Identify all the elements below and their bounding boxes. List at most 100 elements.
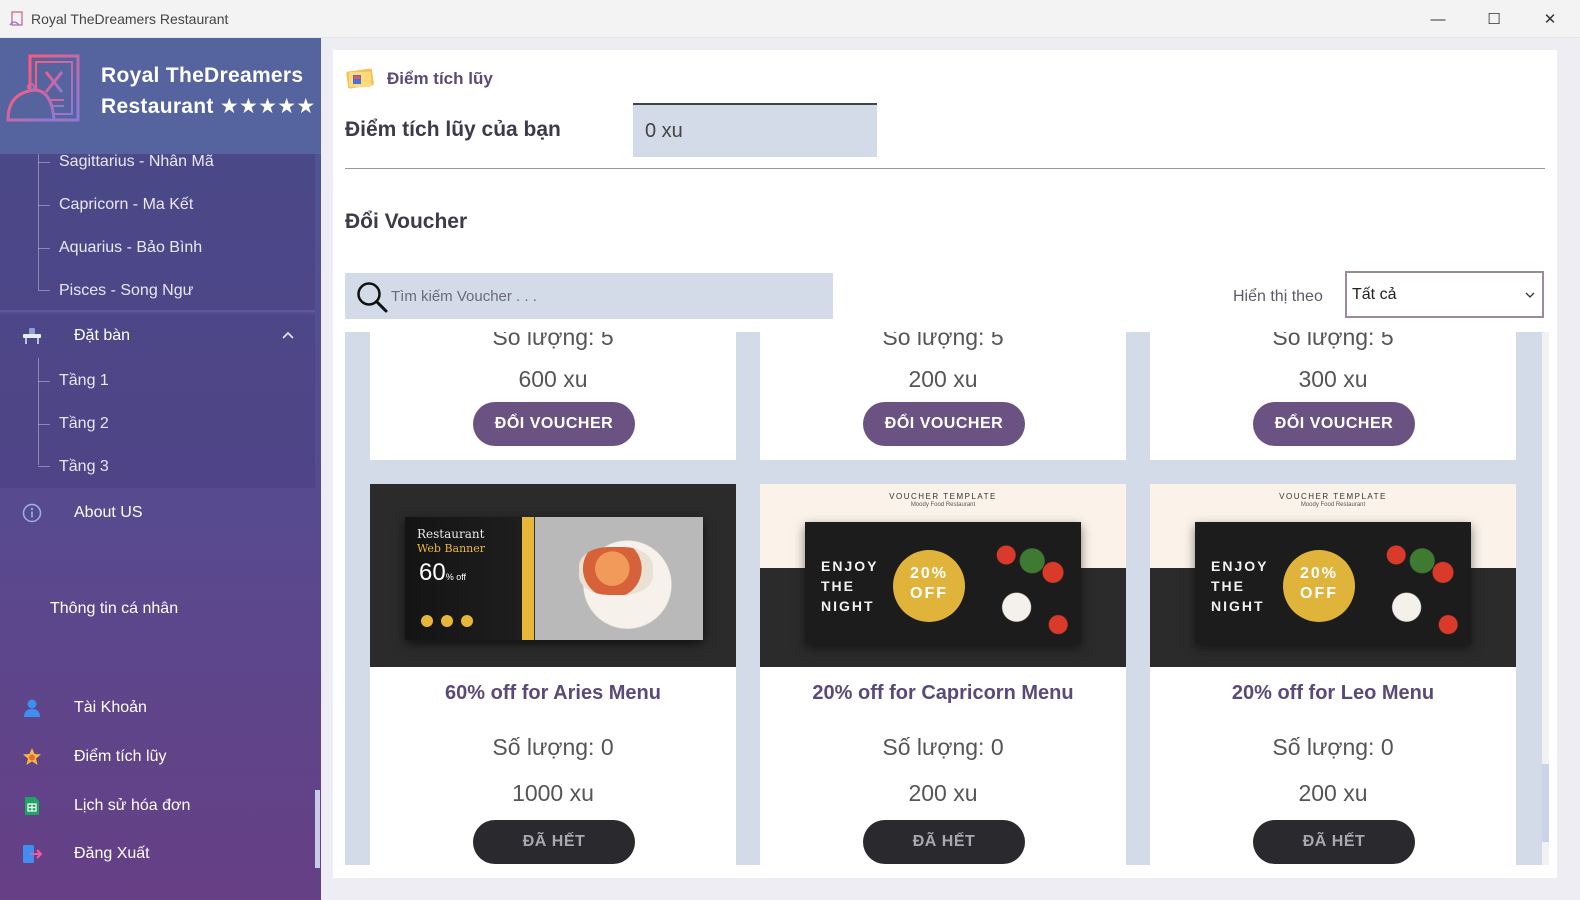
voucher-card: Số lượng: 5 200 xu ĐỔI VOUCHER xyxy=(760,332,1126,460)
voucher-quantity: Số lượng: 0 xyxy=(1272,734,1394,760)
voucher-price: 200 xu xyxy=(1298,780,1368,806)
close-icon: ✕ xyxy=(1543,11,1557,28)
voucher-image: VOUCHER TEMPLATE Moody Food Restaurant E… xyxy=(760,484,1126,667)
restaurant-logo-icon xyxy=(6,54,80,124)
sidebar-item-logout[interactable]: Đăng Xuất xyxy=(0,832,315,876)
tree-tick xyxy=(38,162,50,163)
discount-badge: 20% OFF xyxy=(893,550,965,622)
sidebar-item-sagittarius[interactable]: Sagittarius - Nhân Mã xyxy=(59,153,214,171)
profile-section-heading: Thông tin cá nhân xyxy=(50,600,179,617)
template-header: VOUCHER TEMPLATE xyxy=(1279,492,1387,501)
voucher-card: VOUCHER TEMPLATE Moody Food Restaurant E… xyxy=(1150,484,1516,865)
voucher-quantity: Số lượng: 0 xyxy=(492,734,614,760)
template-panel: ENJOY THE NIGHT 20% OFF xyxy=(805,522,1081,644)
voucher-image: VOUCHER TEMPLATE Moody Food Restaurant E… xyxy=(1150,484,1516,667)
table-booking-icon xyxy=(21,325,43,347)
sidebar-item-pisces[interactable]: Pisces - Song Ngư xyxy=(59,282,193,300)
voucher-section-heading: Đổi Voucher xyxy=(345,210,468,233)
sidebar-item-history[interactable]: Lịch sử hóa đơn xyxy=(0,784,315,828)
brand-name-line2: Restaurant ★★★★★ xyxy=(101,95,316,118)
main-frame xyxy=(321,38,333,900)
chevron-up-icon[interactable] xyxy=(280,328,296,344)
voucher-quantity: Số lượng: 0 xyxy=(882,734,1004,760)
sold-out-button[interactable]: ĐÃ HẾT xyxy=(473,820,635,864)
template-header: VOUCHER TEMPLATE xyxy=(889,492,997,501)
points-balance-value: 0 xu xyxy=(645,119,683,142)
sold-out-button[interactable]: ĐÃ HẾT xyxy=(863,820,1025,864)
user-icon xyxy=(21,697,43,719)
sidebar-item-account[interactable]: Tài Khoản xyxy=(0,686,315,730)
redeem-voucher-button[interactable]: ĐỔI VOUCHER xyxy=(863,402,1025,446)
redeem-voucher-button[interactable]: ĐỔI VOUCHER xyxy=(473,402,635,446)
banner-panel: Restaurant Web Banner 60% off xyxy=(405,517,703,640)
voucher-price: 200 xu xyxy=(908,366,978,392)
tagline-line: THE xyxy=(1211,578,1245,594)
sidebar: Royal TheDreamers Restaurant ★★★★★ Sagit… xyxy=(0,38,321,900)
main-frame xyxy=(321,878,1580,900)
sidebar-scrollbar[interactable] xyxy=(315,790,320,868)
banner-photo xyxy=(535,517,703,640)
tagline-line: NIGHT xyxy=(821,598,875,614)
sold-out-button[interactable]: ĐÃ HẾT xyxy=(1253,820,1415,864)
sidebar-item-points[interactable]: Điểm tích lũy xyxy=(0,735,315,779)
page-title: Điểm tích lũy xyxy=(387,69,493,88)
tree-tick xyxy=(38,424,50,425)
voucher-grid-scroll-thumb[interactable] xyxy=(1542,764,1549,842)
tagline-line: THE xyxy=(821,578,855,594)
maximize-button[interactable]: ☐ xyxy=(1466,0,1522,38)
sidebar-item-floor-1[interactable]: Tầng 1 xyxy=(59,372,109,390)
badge-line: OFF xyxy=(1300,585,1338,602)
banner-discount-suffix: % off xyxy=(445,572,467,582)
sidebar-item-floor-2[interactable]: Tầng 2 xyxy=(59,415,109,433)
star-icon xyxy=(21,746,43,768)
sidebar-item-about[interactable]: About US xyxy=(0,491,315,535)
points-label: Điểm tích lũy xyxy=(74,748,167,765)
sidebar-item-capricorn[interactable]: Capricorn - Ma Kết xyxy=(59,196,193,214)
banner-gold-strip xyxy=(522,517,534,640)
brand-header: Royal TheDreamers Restaurant ★★★★★ xyxy=(0,38,321,154)
tree-tick xyxy=(38,381,50,382)
minimize-icon: — xyxy=(1430,10,1446,28)
history-label: Lịch sử hóa đơn xyxy=(74,797,191,814)
sheet-icon xyxy=(21,795,43,817)
filter-dropdown[interactable]: Tất cả xyxy=(1345,271,1544,318)
sidebar-item-aquarius[interactable]: Aquarius - Bảo Bình xyxy=(59,239,202,257)
twitter-icon xyxy=(461,615,473,627)
tree-line xyxy=(38,154,39,290)
booking-label: Đặt bàn xyxy=(74,327,131,344)
logout-icon xyxy=(21,843,43,865)
template-subheader: Moody Food Restaurant xyxy=(1300,502,1366,508)
close-button[interactable]: ✕ xyxy=(1522,0,1578,38)
info-icon xyxy=(21,502,43,524)
template-tagline: ENJOY THE NIGHT xyxy=(1211,556,1268,616)
redeem-voucher-button[interactable]: ĐỔI VOUCHER xyxy=(1253,402,1415,446)
voucher-name: 20% off for Capricorn Menu xyxy=(812,682,1074,704)
discount-badge: 20% OFF xyxy=(1283,550,1355,622)
about-label: About US xyxy=(74,504,143,521)
voucher-search xyxy=(345,273,833,319)
search-input[interactable] xyxy=(391,273,821,319)
voucher-card: VOUCHER TEMPLATE Moody Food Restaurant E… xyxy=(760,484,1126,865)
voucher-card: Restaurant Web Banner 60% off 60% off fo… xyxy=(370,484,736,865)
window-titlebar: Royal TheDreamers Restaurant — ☐ ✕ xyxy=(0,0,1580,38)
banner-line1: Restaurant xyxy=(417,527,485,541)
voucher-price: 600 xu xyxy=(518,366,588,392)
brand-name: Royal TheDreamers Restaurant ★★★★★ xyxy=(101,60,321,122)
main-frame xyxy=(1557,38,1580,900)
voucher-name: 60% off for Aries Menu xyxy=(445,682,661,704)
voucher-quantity: Số lượng: 5 xyxy=(882,332,1004,350)
voucher-quantity: Số lượng: 5 xyxy=(492,332,614,350)
points-balance-field: 0 xu xyxy=(633,103,877,157)
voucher-image: Restaurant Web Banner 60% off xyxy=(370,484,736,667)
facebook-icon xyxy=(421,615,433,627)
app-logo-icon xyxy=(9,11,23,26)
voucher-price: 200 xu xyxy=(908,780,978,806)
voucher-card: Số lượng: 5 300 xu ĐỔI VOUCHER xyxy=(1150,332,1516,460)
tagline-line: NIGHT xyxy=(1211,598,1265,614)
sidebar-item-floor-3[interactable]: Tầng 3 xyxy=(59,458,109,476)
window-title: Royal TheDreamers Restaurant xyxy=(31,11,229,27)
sidebar-item-booking[interactable]: Đặt bàn xyxy=(0,314,315,358)
minimize-button[interactable]: — xyxy=(1410,0,1466,38)
tree-tick xyxy=(38,290,50,291)
tagline-line: ENJOY xyxy=(821,558,879,574)
